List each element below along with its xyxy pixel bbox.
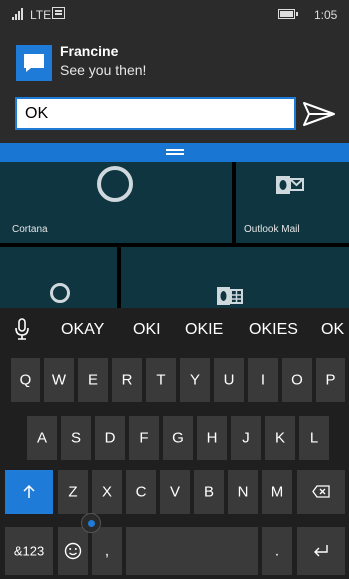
key-g[interactable]: G (163, 416, 193, 460)
key-o[interactable]: O (282, 358, 312, 402)
drag-handle-bar[interactable] (0, 143, 349, 162)
tile-label: Outlook Mail (244, 224, 300, 235)
tile-cortana[interactable]: Cortana (0, 162, 232, 243)
cortana-icon (50, 283, 70, 303)
shift-key[interactable] (5, 470, 53, 514)
key-y[interactable]: Y (180, 358, 210, 402)
clock: 1:05 (314, 8, 338, 22)
key-v[interactable]: V (160, 470, 190, 514)
key-r[interactable]: R (112, 358, 142, 402)
emoji-icon (64, 542, 82, 560)
key-i[interactable]: I (248, 358, 278, 402)
key-q[interactable]: Q (11, 358, 40, 402)
keyboard: OKAY OKI OKIE OKIES OK Q W E R T Y U I O… (0, 308, 349, 579)
key-j[interactable]: J (231, 416, 261, 460)
outlook-icon (276, 176, 304, 194)
enter-icon (314, 545, 328, 557)
tile-outlook-mail[interactable]: Outlook Mail (236, 162, 349, 243)
grip-icon (166, 149, 184, 151)
key-h[interactable]: H (197, 416, 227, 460)
reply-input[interactable] (17, 99, 294, 128)
battery-icon (278, 9, 298, 19)
status-bar: LTE 1:05 (0, 0, 349, 30)
suggestion-item[interactable]: OKIE (185, 321, 223, 339)
key-f[interactable]: F (129, 416, 159, 460)
key-u[interactable]: U (214, 358, 244, 402)
suggestion-item[interactable]: OKI (133, 321, 161, 339)
comma-key[interactable]: , (92, 527, 122, 575)
suggestion-item[interactable]: OK (321, 321, 344, 339)
key-n[interactable]: N (228, 470, 258, 514)
key-c[interactable]: C (126, 470, 156, 514)
tile-wide[interactable] (121, 247, 349, 308)
network-type: LTE (30, 8, 52, 22)
cursor-control-icon[interactable] (81, 513, 101, 533)
backspace-icon (312, 485, 330, 498)
period-key[interactable]: . (262, 527, 292, 575)
key-m[interactable]: M (262, 470, 292, 514)
key-e[interactable]: E (78, 358, 108, 402)
key-d[interactable]: D (95, 416, 125, 460)
space-bar[interactable] (126, 527, 258, 575)
notification-message: See you then! (60, 62, 147, 78)
suggestion-bar: OKAY OKI OKIE OKIES OK (0, 308, 349, 352)
key-a[interactable]: A (27, 416, 57, 460)
key-t[interactable]: T (146, 358, 176, 402)
key-k[interactable]: K (265, 416, 295, 460)
key-s[interactable]: S (61, 416, 91, 460)
send-icon[interactable] (302, 100, 336, 128)
key-l[interactable]: L (299, 416, 329, 460)
enter-key[interactable] (297, 527, 345, 575)
microphone-icon[interactable] (15, 318, 29, 340)
key-z[interactable]: Z (58, 470, 88, 514)
message-notification[interactable]: Francine See you then! (0, 30, 349, 143)
numbers-key[interactable]: &123 (5, 527, 53, 575)
cortana-icon (97, 166, 133, 202)
key-x[interactable]: X (92, 470, 122, 514)
reply-field[interactable] (15, 97, 296, 130)
start-screen-tiles: Cortana Outlook Mail (0, 162, 349, 308)
suggestion-item[interactable]: OKIES (249, 321, 298, 339)
tile-label: Cortana (12, 224, 48, 235)
backspace-key[interactable] (297, 470, 345, 514)
key-p[interactable]: P (316, 358, 345, 402)
message-icon (52, 7, 65, 19)
notification-sender: Francine (60, 43, 119, 59)
chat-icon (16, 45, 52, 81)
signal-icon (12, 8, 23, 20)
key-b[interactable]: B (194, 470, 224, 514)
emoji-key[interactable] (58, 527, 88, 575)
suggestion-item[interactable]: OKAY (61, 321, 104, 339)
key-w[interactable]: W (44, 358, 74, 402)
shift-icon (23, 485, 35, 498)
calendar-icon (217, 287, 243, 305)
